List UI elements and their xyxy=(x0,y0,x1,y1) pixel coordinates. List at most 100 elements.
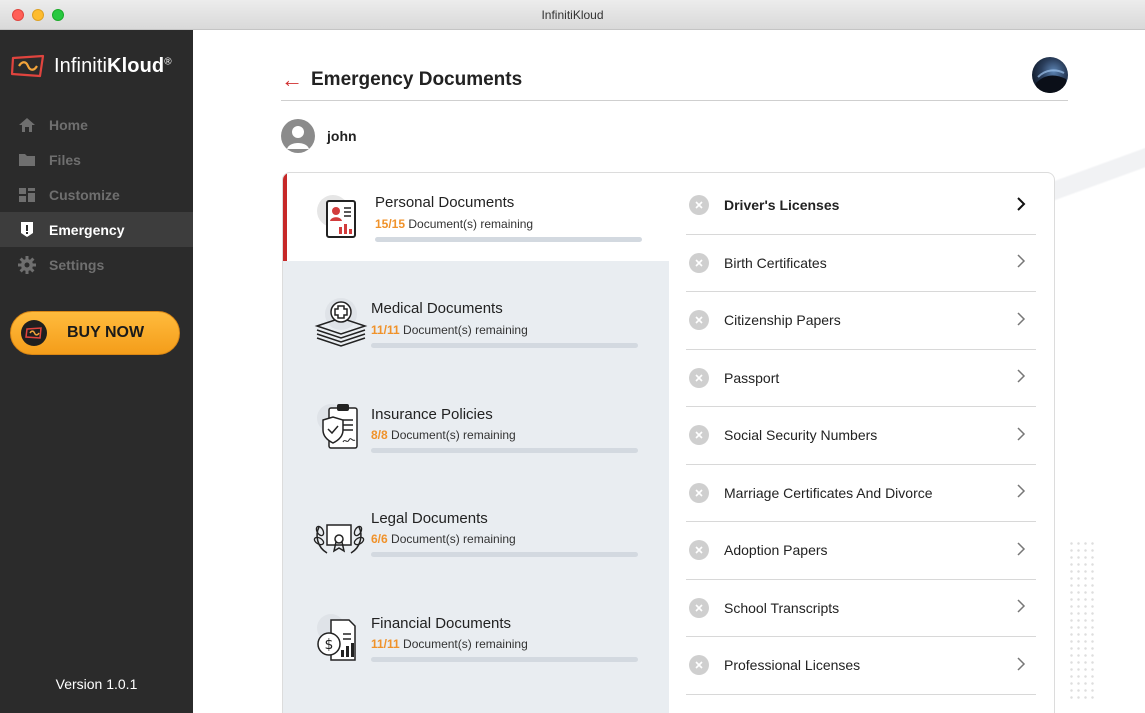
home-icon xyxy=(17,116,37,134)
category-name: Medical Documents xyxy=(371,300,503,317)
chevron-right-icon xyxy=(1012,425,1030,446)
version-label: Version 1.0.1 xyxy=(55,676,138,692)
status-x-icon xyxy=(689,367,709,388)
category-name: Insurance Policies xyxy=(371,406,493,423)
chevron-right-icon xyxy=(1012,540,1030,561)
minimize-window-button[interactable] xyxy=(32,9,44,21)
customize-icon xyxy=(17,186,37,204)
document-label: Passport xyxy=(724,369,780,386)
title-bar: InfinitiKloud xyxy=(0,0,1145,30)
sidebar-item-label: Emergency xyxy=(49,221,125,238)
remaining-label: Document(s) remaining xyxy=(399,323,528,337)
document-label: Birth Certificates xyxy=(724,254,827,271)
category-name: Financial Documents xyxy=(371,615,512,632)
status-x-icon xyxy=(689,540,709,561)
page-header: ← Emergency Documents xyxy=(281,60,1068,101)
document-item-birth-certificates[interactable]: Birth Certificates xyxy=(686,235,1036,292)
document-item-social-security-numbers[interactable]: Social Security Numbers xyxy=(686,407,1036,465)
chevron-right-icon xyxy=(1012,367,1030,388)
remaining-count: 6/6 xyxy=(371,532,388,546)
document-item-adoption-papers[interactable]: Adoption Papers xyxy=(686,522,1036,580)
remaining-label: Document(s) remaining xyxy=(399,637,528,651)
logo-text-light: Infiniti xyxy=(54,54,108,77)
personal-document-icon xyxy=(317,195,356,238)
document-label: Driver's Licenses xyxy=(724,197,840,214)
category-remaining: 15/15 Document(s) remaining xyxy=(375,217,533,231)
chevron-right-icon xyxy=(1012,195,1030,216)
document-list: Driver's Licenses Birth Certificates Cit… xyxy=(686,177,1036,695)
status-x-icon xyxy=(689,310,709,331)
chevron-right-icon xyxy=(1012,252,1030,273)
close-window-button[interactable] xyxy=(12,9,24,21)
document-item-citizenship-papers[interactable]: Citizenship Papers xyxy=(686,292,1036,350)
dot-pattern-decoration xyxy=(1068,540,1096,700)
document-item-professional-licenses[interactable]: Professional Licenses xyxy=(686,637,1036,695)
category-insurance-policies[interactable]: Insurance Policies 8/8 Document(s) remai… xyxy=(283,384,669,472)
user-name: john xyxy=(327,128,357,144)
sidebar-item-home[interactable]: Home xyxy=(0,107,193,142)
document-label: Citizenship Papers xyxy=(724,312,841,329)
sidebar-item-label: Files xyxy=(49,151,81,168)
chevron-right-icon xyxy=(1012,482,1030,503)
status-x-icon xyxy=(689,597,709,618)
registered-mark: ® xyxy=(164,55,172,67)
category-personal-documents[interactable]: Personal Documents 15/15 Document(s) rem… xyxy=(283,173,669,261)
category-remaining: 8/8 Document(s) remaining xyxy=(371,428,516,442)
sidebar-item-emergency[interactable]: Emergency xyxy=(0,212,193,247)
status-x-icon xyxy=(689,425,709,446)
buy-now-button[interactable]: BUY NOW xyxy=(10,311,180,355)
category-remaining: 11/11 Document(s) remaining xyxy=(371,637,528,651)
remaining-label: Document(s) remaining xyxy=(405,217,534,231)
maximize-window-button[interactable] xyxy=(52,9,64,21)
category-progress-bar xyxy=(371,657,638,662)
window-title: InfinitiKloud xyxy=(541,7,604,22)
logo-wordmark: InfinitiKloud® xyxy=(54,55,172,78)
category-legal-documents[interactable]: Legal Documents 6/6 Document(s) remainin… xyxy=(283,489,669,577)
document-item-marriage-certificates[interactable]: Marriage Certificates And Divorce xyxy=(686,465,1036,522)
category-name: Legal Documents xyxy=(371,510,488,527)
sidebar-item-files[interactable]: Files xyxy=(0,142,193,177)
sidebar-item-label: Home xyxy=(49,116,88,133)
sidebar-item-settings[interactable]: Settings xyxy=(0,247,193,282)
status-x-icon xyxy=(689,482,709,503)
sidebar-item-customize[interactable]: Customize xyxy=(0,177,193,212)
alert-icon xyxy=(17,221,37,239)
category-financial-documents[interactable]: $ Financial Documents 11/11 Document(s) … xyxy=(283,594,669,682)
infinitikloud-logo-icon xyxy=(10,54,45,78)
remaining-count: 15/15 xyxy=(375,217,406,231)
document-item-passport[interactable]: Passport xyxy=(686,350,1036,407)
sidebar-item-label: Settings xyxy=(49,256,105,273)
profile-avatar[interactable] xyxy=(1032,57,1068,93)
document-label: Marriage Certificates And Divorce xyxy=(724,484,933,501)
page-title: Emergency Documents xyxy=(311,69,523,90)
status-x-icon xyxy=(689,252,709,273)
svg-text:$: $ xyxy=(325,637,334,653)
buy-now-label: BUY NOW xyxy=(67,324,145,341)
sidebar: InfinitiKloud® Home Files Customize Emer… xyxy=(0,30,193,713)
user-avatar xyxy=(281,119,315,153)
folder-icon xyxy=(17,151,37,169)
chevron-right-icon xyxy=(1012,655,1030,676)
document-item-drivers-licenses[interactable]: Driver's Licenses xyxy=(686,177,1036,235)
status-x-icon xyxy=(689,195,709,216)
document-label: Professional Licenses xyxy=(724,657,861,674)
sidebar-nav: Home Files Customize Emergency Settings xyxy=(0,107,193,282)
documents-card: Personal Documents 15/15 Document(s) rem… xyxy=(282,172,1055,713)
medical-stack-icon xyxy=(314,298,368,347)
app-window: InfinitiKloud InfinitiKloud® Home Files … xyxy=(0,0,1145,713)
insurance-clipboard-icon xyxy=(317,404,358,449)
remaining-count: 11/11 xyxy=(371,637,400,651)
financial-document-icon: $ xyxy=(317,614,356,661)
status-x-icon xyxy=(689,655,709,676)
category-remaining: 11/11 Document(s) remaining xyxy=(371,323,528,337)
category-progress-bar xyxy=(375,237,642,242)
category-progress-bar xyxy=(371,343,638,348)
document-item-school-transcripts[interactable]: School Transcripts xyxy=(686,580,1036,637)
chevron-right-icon xyxy=(1012,310,1030,331)
window-controls xyxy=(12,9,64,21)
category-medical-documents[interactable]: Medical Documents 11/11 Document(s) rema… xyxy=(283,278,669,366)
back-arrow-icon[interactable]: ← xyxy=(281,69,311,91)
background-decoration xyxy=(1050,85,1145,265)
infinitikloud-badge-icon xyxy=(21,320,47,346)
category-progress-bar xyxy=(371,448,638,453)
